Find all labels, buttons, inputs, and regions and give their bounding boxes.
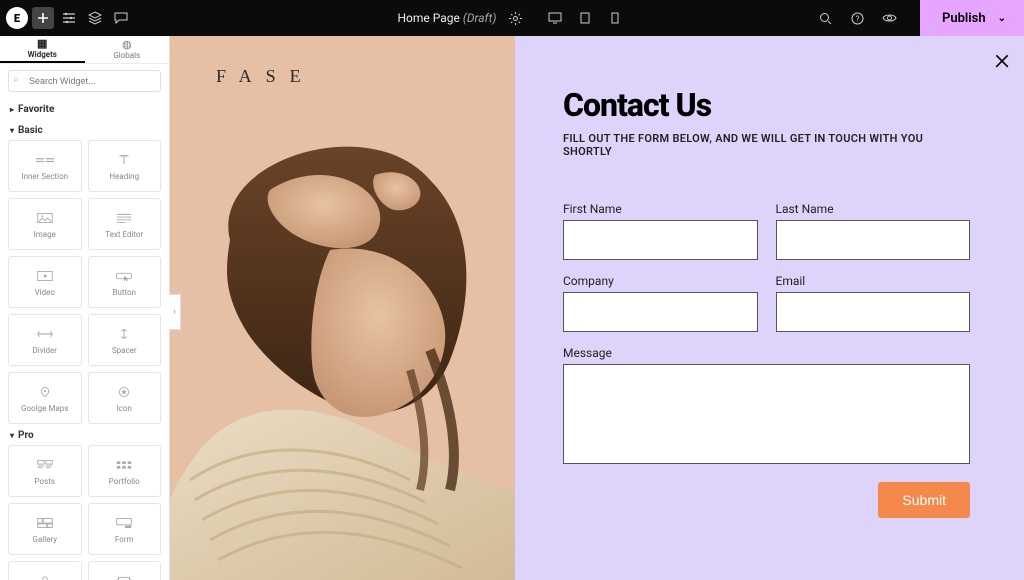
field-last-name: Last Name bbox=[776, 202, 971, 260]
svg-text:T: T bbox=[121, 154, 128, 166]
contact-subheading: FILL OUT THE FORM BELOW, AND WE WILL GET… bbox=[563, 132, 970, 158]
tab-globals[interactable]: ◍ Globals bbox=[85, 36, 170, 63]
editor-canvas: ‹ FASE bbox=[170, 36, 1024, 580]
brand-logo: FASE bbox=[216, 66, 315, 87]
tab-widgets-label: Widgets bbox=[28, 50, 57, 59]
basic-widget-grid: Inner Section T Heading Image Text Editor… bbox=[8, 140, 161, 424]
globe-icon: ◍ bbox=[122, 39, 132, 50]
widget-label: Icon bbox=[117, 404, 132, 413]
widget-image[interactable]: Image bbox=[8, 198, 82, 250]
topbar-right-icons: ? bbox=[814, 7, 910, 29]
tablet-device-icon[interactable] bbox=[574, 7, 596, 29]
page-title: Home Page (Draft) bbox=[398, 11, 497, 25]
widget-divider[interactable]: Divider bbox=[8, 314, 82, 366]
widget-search-input[interactable] bbox=[8, 70, 161, 92]
publish-label: Publish bbox=[942, 11, 986, 26]
widget-label: Heading bbox=[109, 172, 139, 181]
widget-label: Gallery bbox=[33, 535, 58, 544]
field-company: Company bbox=[563, 274, 758, 332]
widget-inner-section[interactable]: Inner Section bbox=[8, 140, 82, 192]
widget-icon[interactable]: Icon bbox=[88, 372, 162, 424]
hero-image-column: FASE bbox=[170, 36, 515, 580]
input-last-name[interactable] bbox=[776, 220, 971, 260]
contact-form: First Name Last Name Company Email Messa… bbox=[563, 202, 970, 464]
widget-label: Posts bbox=[35, 477, 55, 486]
widget-text-editor[interactable]: Text Editor bbox=[88, 198, 162, 250]
widget-label: Goolge Maps bbox=[21, 404, 68, 413]
category-basic[interactable]: Basic bbox=[8, 119, 161, 140]
contact-heading: Contact Us bbox=[563, 86, 970, 124]
field-first-name: First Name bbox=[563, 202, 758, 260]
input-company[interactable] bbox=[563, 292, 758, 332]
widget-heading[interactable]: T Heading bbox=[88, 140, 162, 192]
widget-spacer[interactable]: Spacer bbox=[88, 314, 162, 366]
pro-widget-grid: Posts Portfolio Gallery Form Login Slide… bbox=[8, 445, 161, 580]
chevron-down-icon: ⌄ bbox=[998, 13, 1006, 24]
field-message: Message bbox=[563, 346, 970, 464]
input-message[interactable] bbox=[563, 364, 970, 464]
sidebar-body: Favorite Basic Inner Section T Heading Im… bbox=[0, 98, 169, 580]
widget-label: Spacer bbox=[112, 346, 137, 355]
panel-tabs: ▦ Widgets ◍ Globals bbox=[0, 36, 169, 64]
main-layout: ▦ Widgets ◍ Globals ⌕ Favorite Basic Inn… bbox=[0, 36, 1024, 580]
label-email: Email bbox=[776, 274, 971, 288]
label-first-name: First Name bbox=[563, 202, 758, 216]
widget-portfolio[interactable]: Portfolio bbox=[88, 445, 162, 497]
elementor-logo-icon[interactable]: E bbox=[6, 7, 28, 29]
widgets-panel: ▦ Widgets ◍ Globals ⌕ Favorite Basic Inn… bbox=[0, 36, 170, 580]
desktop-device-icon[interactable] bbox=[544, 7, 566, 29]
input-email[interactable] bbox=[776, 292, 971, 332]
label-message: Message bbox=[563, 346, 970, 360]
comment-icon[interactable] bbox=[110, 7, 132, 29]
widget-gallery[interactable]: Gallery bbox=[8, 503, 82, 555]
widget-slides[interactable]: Slides bbox=[88, 561, 162, 580]
close-icon[interactable]: × bbox=[994, 42, 1010, 77]
widget-label: Form bbox=[115, 535, 134, 544]
tab-widgets[interactable]: ▦ Widgets bbox=[0, 36, 85, 63]
widget-label: Text Editor bbox=[105, 230, 143, 239]
publish-button[interactable]: Publish ⌄ bbox=[920, 0, 1024, 36]
widget-label: Button bbox=[112, 288, 136, 297]
field-email: Email bbox=[776, 274, 971, 332]
tab-globals-label: Globals bbox=[113, 51, 140, 60]
label-last-name: Last Name bbox=[776, 202, 971, 216]
category-pro[interactable]: Pro bbox=[8, 424, 161, 445]
label-company: Company bbox=[563, 274, 758, 288]
help-icon[interactable]: ? bbox=[846, 7, 868, 29]
widget-button[interactable]: Button bbox=[88, 256, 162, 308]
widget-video[interactable]: Video bbox=[8, 256, 82, 308]
widget-label: Inner Section bbox=[21, 172, 68, 181]
panel-collapse-handle[interactable]: ‹ bbox=[169, 294, 181, 330]
settings-structure-icon[interactable] bbox=[58, 7, 80, 29]
search-icon: ⌕ bbox=[13, 74, 19, 85]
submit-row: Submit bbox=[563, 482, 970, 518]
widget-label: Image bbox=[34, 230, 56, 239]
submit-button[interactable]: Submit bbox=[878, 482, 970, 518]
model-portrait bbox=[170, 122, 515, 580]
widget-form[interactable]: Form bbox=[88, 503, 162, 555]
page-settings-gear-icon[interactable] bbox=[504, 7, 526, 29]
top-bar: E Home Page (Draft) bbox=[0, 0, 1024, 36]
search-wrapper: ⌕ bbox=[0, 64, 169, 98]
widget-label: Portfolio bbox=[109, 477, 140, 486]
widget-google-maps[interactable]: Goolge Maps bbox=[8, 372, 82, 424]
widget-posts[interactable]: Posts bbox=[8, 445, 82, 497]
widget-login[interactable]: Login bbox=[8, 561, 82, 580]
contact-form-column: × Contact Us FILL OUT THE FORM BELOW, AN… bbox=[515, 36, 1024, 580]
layers-icon[interactable] bbox=[84, 7, 106, 29]
widget-label: Video bbox=[35, 288, 55, 297]
category-favorite[interactable]: Favorite bbox=[8, 98, 161, 119]
grid-icon: ▦ bbox=[37, 38, 47, 49]
add-element-button[interactable] bbox=[32, 7, 54, 29]
topbar-right: ? Publish ⌄ bbox=[814, 0, 1024, 36]
topbar-left: E bbox=[0, 7, 132, 29]
preview-eye-icon[interactable] bbox=[878, 7, 900, 29]
widget-label: Divider bbox=[33, 346, 57, 355]
search-icon[interactable] bbox=[814, 7, 836, 29]
svg-text:?: ? bbox=[855, 14, 859, 23]
mobile-device-icon[interactable] bbox=[604, 7, 626, 29]
input-first-name[interactable] bbox=[563, 220, 758, 260]
responsive-devices bbox=[544, 7, 626, 29]
